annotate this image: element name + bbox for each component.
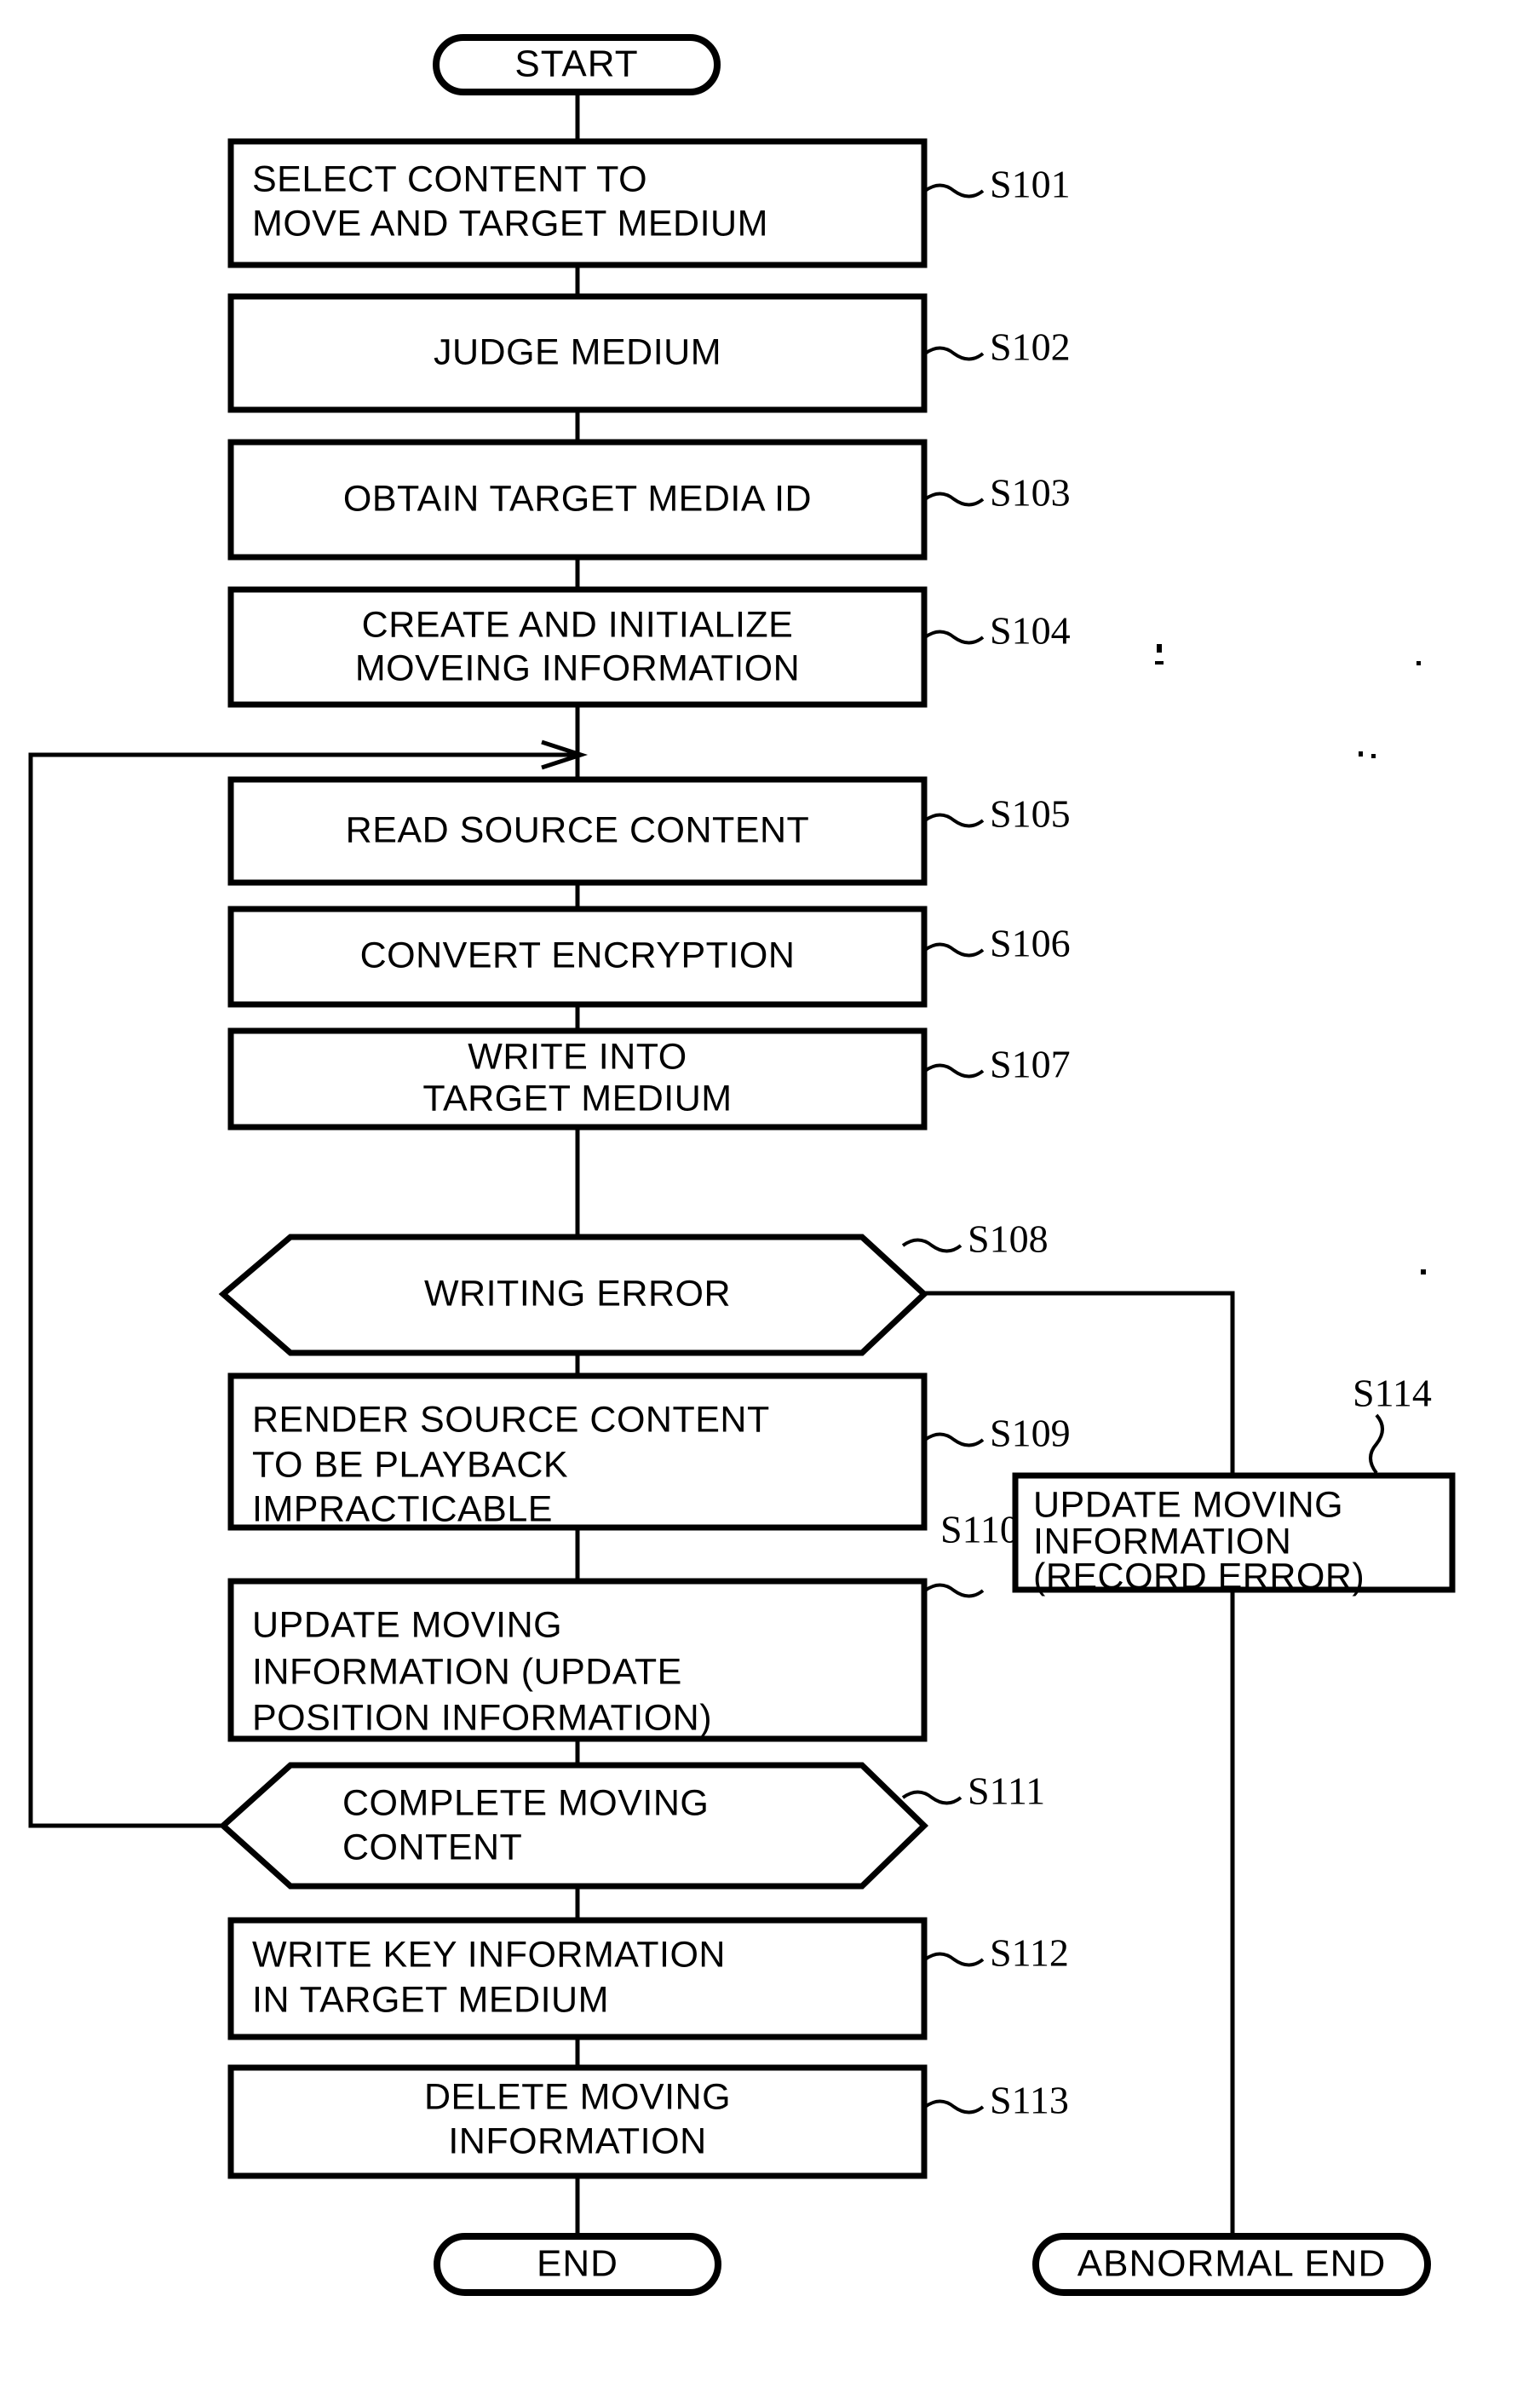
scan-speck bbox=[1155, 661, 1164, 665]
scan-speck bbox=[1359, 751, 1363, 757]
node-s103[interactable]: OBTAIN TARGET MEDIA ID S103 bbox=[227, 439, 1071, 561]
s107-step: S107 bbox=[990, 1043, 1071, 1086]
s105-line-1: READ SOURCE CONTENT bbox=[346, 809, 810, 850]
s106-step: S106 bbox=[990, 922, 1071, 965]
s109-step: S109 bbox=[990, 1412, 1071, 1455]
s108-line-1: WRITING ERROR bbox=[424, 1273, 731, 1314]
connector-layer bbox=[28, 91, 1235, 2236]
s112-line-1: WRITE KEY INFORMATION bbox=[252, 1934, 726, 1975]
flowchart-svg: START SELECT CONTENT TO MOVE AND TARGET … bbox=[28, 34, 1456, 2296]
s102-step: S102 bbox=[990, 325, 1071, 369]
node-s104[interactable]: CREATE AND INITIALIZE MOVEING INFORMATIO… bbox=[227, 586, 1071, 708]
s104-line-1: CREATE AND INITIALIZE bbox=[362, 604, 794, 645]
s109-line-2: TO BE PLAYBACK bbox=[252, 1444, 568, 1485]
s108-step: S108 bbox=[968, 1217, 1049, 1261]
start-label: START bbox=[514, 43, 638, 85]
scan-speck bbox=[1421, 1269, 1426, 1274]
edge-s108-to-s114 bbox=[924, 1291, 1235, 1476]
s111-step: S111 bbox=[968, 1769, 1045, 1813]
s103-leader bbox=[923, 492, 985, 507]
node-s101[interactable]: SELECT CONTENT TO MOVE AND TARGET MEDIUM… bbox=[227, 138, 1071, 268]
node-s109[interactable]: RENDER SOURCE CONTENT TO BE PLAYBACK IMP… bbox=[227, 1372, 1071, 1531]
node-s107[interactable]: WRITE INTO TARGET MEDIUM S107 bbox=[227, 1027, 1071, 1131]
s114-line-1: UPDATE MOVING bbox=[1033, 1484, 1343, 1525]
s108-leader bbox=[901, 1238, 962, 1253]
abnormal-end-label: ABNORMAL END bbox=[1077, 2243, 1386, 2285]
s112-leader bbox=[923, 1952, 985, 1967]
s107-line-2: TARGET MEDIUM bbox=[422, 1078, 732, 1119]
s105-step: S105 bbox=[990, 792, 1071, 836]
node-s105[interactable]: READ SOURCE CONTENT S105 bbox=[227, 776, 1071, 886]
node-s111[interactable]: COMPLETE MOVING CONTENT S111 bbox=[218, 1762, 1045, 1890]
node-s113[interactable]: DELETE MOVING INFORMATION S113 bbox=[227, 2064, 1069, 2179]
s104-line-2: MOVEING INFORMATION bbox=[355, 647, 800, 688]
scan-speck bbox=[1157, 644, 1162, 653]
node-s108[interactable]: WRITING ERROR S108 bbox=[218, 1217, 1049, 1356]
s110-line-1: UPDATE MOVING bbox=[252, 1604, 562, 1645]
s101-line-2: MOVE AND TARGET MEDIUM bbox=[252, 203, 768, 244]
s101-step: S101 bbox=[990, 163, 1071, 206]
flowchart-canvas: START SELECT CONTENT TO MOVE AND TARGET … bbox=[0, 0, 1540, 2382]
s102-line-1: JUDGE MEDIUM bbox=[434, 331, 721, 372]
terminal-end[interactable]: END bbox=[434, 2233, 721, 2296]
s113-line-1: DELETE MOVING bbox=[424, 2076, 731, 2117]
node-s106[interactable]: CONVERT ENCRYPTION S106 bbox=[227, 906, 1071, 1008]
s110-line-3: POSITION INFORMATION) bbox=[252, 1697, 712, 1738]
s114-line-3: (RECORD ERROR) bbox=[1033, 1556, 1365, 1597]
s105-leader bbox=[923, 813, 985, 828]
s112-step: S112 bbox=[990, 1931, 1069, 1975]
s101-leader bbox=[923, 183, 985, 198]
s104-leader bbox=[923, 630, 985, 645]
s113-line-2: INFORMATION bbox=[448, 2120, 706, 2161]
node-s102[interactable]: JUDGE MEDIUM S102 bbox=[227, 293, 1071, 413]
s104-step: S104 bbox=[990, 609, 1071, 653]
s111-leader bbox=[901, 1790, 962, 1805]
s114-leader bbox=[1369, 1413, 1384, 1475]
s109-line-3: IMPRACTICABLE bbox=[252, 1488, 553, 1529]
s111-line-1: COMPLETE MOVING bbox=[342, 1782, 709, 1823]
scan-speck bbox=[1371, 754, 1376, 758]
s114-step: S114 bbox=[1353, 1372, 1432, 1415]
s106-leader bbox=[923, 942, 985, 958]
s107-line-1: WRITE INTO bbox=[468, 1036, 687, 1077]
scan-speck bbox=[1416, 661, 1421, 665]
node-s110[interactable]: UPDATE MOVING INFORMATION (UPDATE POSITI… bbox=[227, 1508, 1020, 1742]
s109-line-1: RENDER SOURCE CONTENT bbox=[252, 1399, 770, 1440]
terminal-abnormal-end[interactable]: ABNORMAL END bbox=[1032, 2233, 1431, 2296]
s113-step: S113 bbox=[990, 2079, 1069, 2122]
s110-step: S110 bbox=[940, 1508, 1020, 1551]
s107-leader bbox=[923, 1063, 985, 1079]
node-s112[interactable]: WRITE KEY INFORMATION IN TARGET MEDIUM S… bbox=[227, 1917, 1069, 2040]
s102-leader bbox=[923, 346, 985, 361]
s103-line-1: OBTAIN TARGET MEDIA ID bbox=[343, 478, 812, 519]
s101-line-1: SELECT CONTENT TO bbox=[252, 158, 647, 199]
s110-line-2: INFORMATION (UPDATE bbox=[252, 1651, 682, 1692]
s110-leader bbox=[923, 1583, 985, 1598]
terminal-start[interactable]: START bbox=[433, 34, 721, 95]
s111-line-2: CONTENT bbox=[342, 1827, 522, 1867]
s113-leader bbox=[923, 2099, 985, 2114]
s109-leader bbox=[923, 1432, 985, 1447]
s112-line-2: IN TARGET MEDIUM bbox=[252, 1979, 609, 2020]
scan-speckle-group bbox=[1155, 644, 1426, 1274]
end-label: END bbox=[537, 2243, 618, 2285]
s103-step: S103 bbox=[990, 471, 1071, 515]
s106-line-1: CONVERT ENCRYPTION bbox=[360, 935, 796, 975]
